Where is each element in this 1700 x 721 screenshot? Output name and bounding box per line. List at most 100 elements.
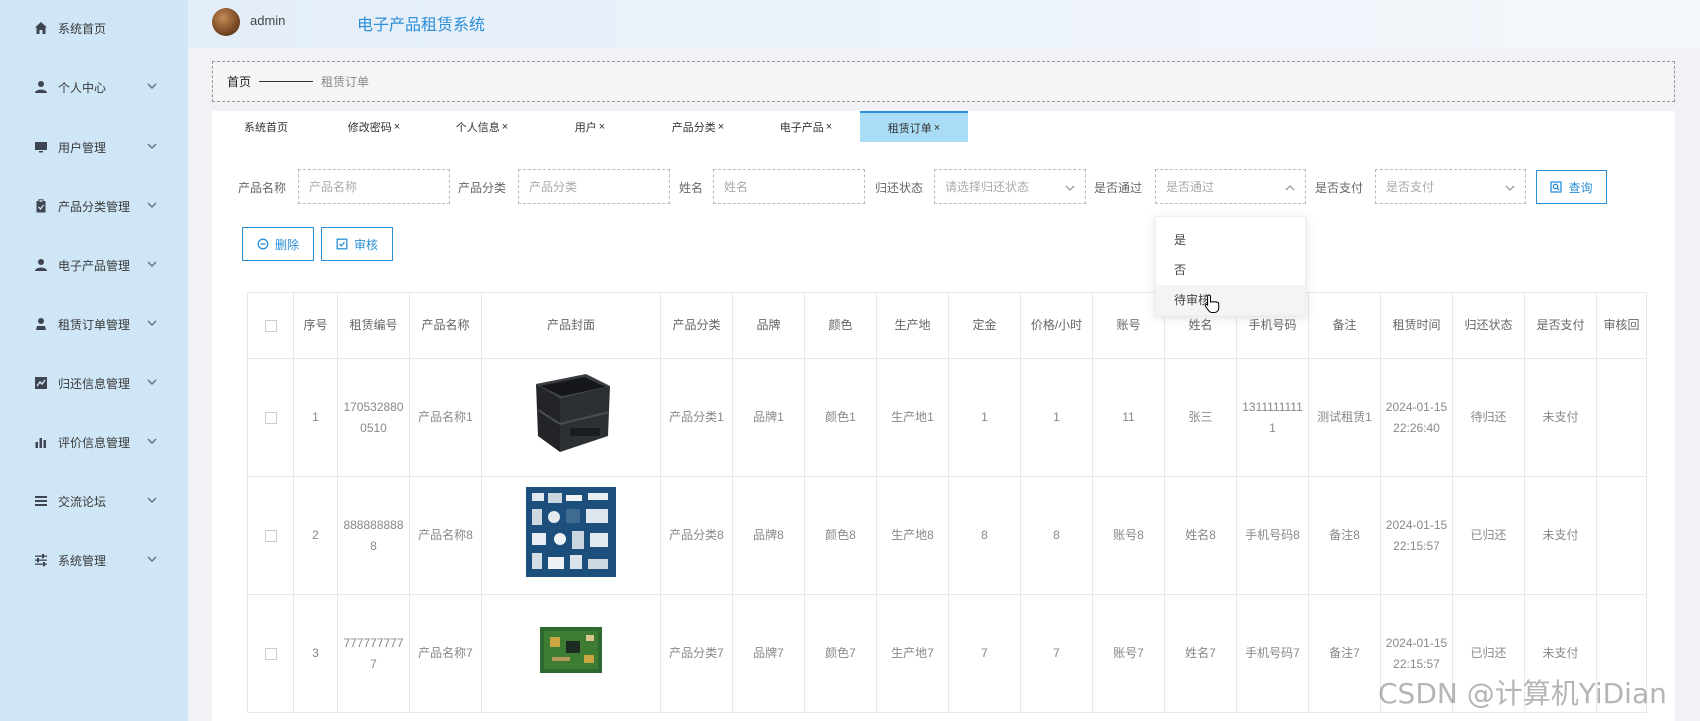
circuit-board-image[interactable]	[540, 627, 602, 673]
sidebar-item-label: 归还信息管理	[58, 376, 131, 391]
home-icon	[35, 22, 47, 34]
monitor-icon	[35, 142, 47, 153]
electronics-grid-image[interactable]	[526, 487, 616, 577]
tab-users[interactable]: 用户 ×	[536, 111, 644, 142]
sidebar-item-products[interactable]: 电子产品管理	[0, 245, 188, 285]
row-checkbox[interactable]	[247, 594, 294, 713]
select-placeholder: 是否支付	[1386, 180, 1435, 194]
cell-remark: 备注8	[1308, 476, 1381, 595]
table-row[interactable]: 2 8888888888 产品名称8 产品分类8 品牌8 颜色8 生产地8 8 …	[247, 476, 1647, 595]
sidebar-item-home[interactable]: 系统首页	[0, 8, 188, 48]
sidebar-item-users[interactable]: 用户管理	[0, 127, 188, 167]
tab-label: 用户	[574, 121, 597, 134]
column-header: 价格/小时	[1020, 292, 1093, 359]
table-header-row: 序号 租赁编号 产品名称 产品封面 产品分类 品牌 颜色 生产地 定金 价格/小…	[247, 292, 1647, 359]
cell-price: 1	[1020, 358, 1093, 477]
sidebar-item-label: 系统管理	[58, 553, 107, 568]
sidebar-item-label: 租赁订单管理	[58, 317, 131, 332]
row-checkbox[interactable]	[247, 358, 294, 477]
sidebar-item-label: 个人中心	[58, 80, 107, 95]
product-name-input[interactable]: 产品名称	[298, 169, 450, 204]
name-input[interactable]: 姓名	[713, 169, 865, 204]
app-title: 电子产品租赁系统	[357, 17, 486, 34]
review-button[interactable]: 审核	[321, 227, 393, 261]
sidebar-item-system[interactable]: 系统管理	[0, 540, 188, 580]
sidebar-item-forum[interactable]: 交流论坛	[0, 481, 188, 521]
breadcrumb-separator	[259, 81, 314, 82]
category-input[interactable]: 产品分类	[518, 169, 670, 204]
storage-crate-image[interactable]	[526, 370, 616, 458]
tab-label: 系统首页	[244, 121, 288, 134]
query-label: 查询	[1568, 180, 1593, 195]
column-header: 品牌	[732, 292, 805, 359]
close-icon[interactable]: ×	[502, 121, 508, 133]
close-icon[interactable]: ×	[599, 121, 605, 133]
tab-change-password[interactable]: 修改密码 ×	[320, 111, 428, 142]
user-icon	[36, 318, 46, 330]
sidebar-item-label: 用户管理	[58, 140, 107, 155]
delete-button[interactable]: 删除	[242, 227, 314, 261]
cell-deposit: 1	[948, 358, 1021, 477]
column-header: 租赁编号	[337, 292, 410, 359]
table-row[interactable]: 1 1705328800510 产品名称1 产品分类1 品牌1 颜色1 生产地1…	[247, 358, 1647, 477]
breadcrumb-current: 租赁订单	[321, 75, 370, 89]
cell-reply	[1596, 358, 1647, 477]
dropdown-option-pending[interactable]: 待审核	[1156, 285, 1305, 315]
cell-return-status: 已归还	[1452, 476, 1525, 595]
username[interactable]: admin	[250, 13, 285, 28]
cell-account: 11	[1092, 358, 1165, 477]
sliders-icon	[35, 554, 47, 567]
filter-label-product-name: 产品名称	[238, 181, 287, 195]
return-status-select[interactable]: 请选择归还状态	[934, 169, 1086, 204]
chevron-down-icon	[147, 140, 157, 150]
tab-label: 租赁订单	[887, 122, 932, 135]
chevron-down-icon	[147, 553, 157, 563]
breadcrumb-home[interactable]: 首页	[227, 73, 251, 90]
close-icon[interactable]: ×	[394, 121, 400, 133]
cell-account: 账号7	[1092, 594, 1165, 713]
cell-category: 产品分类8	[660, 476, 733, 595]
cell-deposit: 8	[948, 476, 1021, 595]
paid-select[interactable]: 是否支付	[1375, 169, 1526, 204]
close-icon[interactable]: ×	[718, 121, 724, 133]
tab-categories[interactable]: 产品分类 ×	[644, 111, 752, 142]
column-header: 是否支付	[1524, 292, 1597, 359]
query-button[interactable]: 查询	[1536, 170, 1607, 204]
cell-remark: 测试租赁1	[1308, 358, 1381, 477]
close-icon[interactable]: ×	[826, 121, 832, 133]
cell-person: 姓名8	[1164, 476, 1237, 595]
chart-icon	[35, 377, 47, 389]
filter-label-category: 产品分类	[458, 181, 507, 195]
sidebar-item-returns[interactable]: 归还信息管理	[0, 363, 188, 403]
cell-rental-no: 7777777777	[337, 594, 410, 713]
tab-orders[interactable]: 租赁订单 ×	[860, 111, 968, 142]
tab-products[interactable]: 电子产品 ×	[752, 111, 860, 142]
column-header: 账号	[1092, 292, 1165, 359]
avatar[interactable]	[212, 8, 240, 36]
cell-index: 1	[293, 358, 338, 477]
chevron-down-icon	[147, 80, 157, 90]
tab-personal-info[interactable]: 个人信息 ×	[428, 111, 536, 142]
cell-product-name: 产品名称1	[409, 358, 482, 477]
approved-select[interactable]: 是否通过	[1155, 169, 1306, 204]
search-icon	[1550, 181, 1563, 193]
sidebar-item-category[interactable]: 产品分类管理	[0, 186, 188, 226]
chevron-down-icon	[147, 494, 157, 504]
sidebar-item-personal[interactable]: 个人中心	[0, 67, 188, 107]
dropdown-option-yes[interactable]: 是	[1156, 225, 1305, 255]
chevron-down-icon	[1065, 182, 1075, 192]
column-header: 审核回	[1596, 292, 1647, 359]
row-checkbox[interactable]	[247, 476, 294, 595]
cell-origin: 生产地8	[876, 476, 949, 595]
sidebar-item-label: 产品分类管理	[58, 199, 131, 214]
cell-person: 张三	[1164, 358, 1237, 477]
select-placeholder: 是否通过	[1166, 180, 1215, 194]
tab-home[interactable]: 系统首页	[212, 111, 320, 142]
dropdown-option-no[interactable]: 否	[1156, 255, 1305, 285]
filter-label-return-status: 归还状态	[875, 181, 924, 195]
close-icon[interactable]: ×	[934, 122, 940, 134]
sidebar-item-reviews[interactable]: 评价信息管理	[0, 422, 188, 462]
select-all-checkbox[interactable]	[247, 292, 294, 359]
sidebar-item-orders[interactable]: 租赁订单管理	[0, 304, 188, 344]
chevron-down-icon	[147, 317, 157, 327]
